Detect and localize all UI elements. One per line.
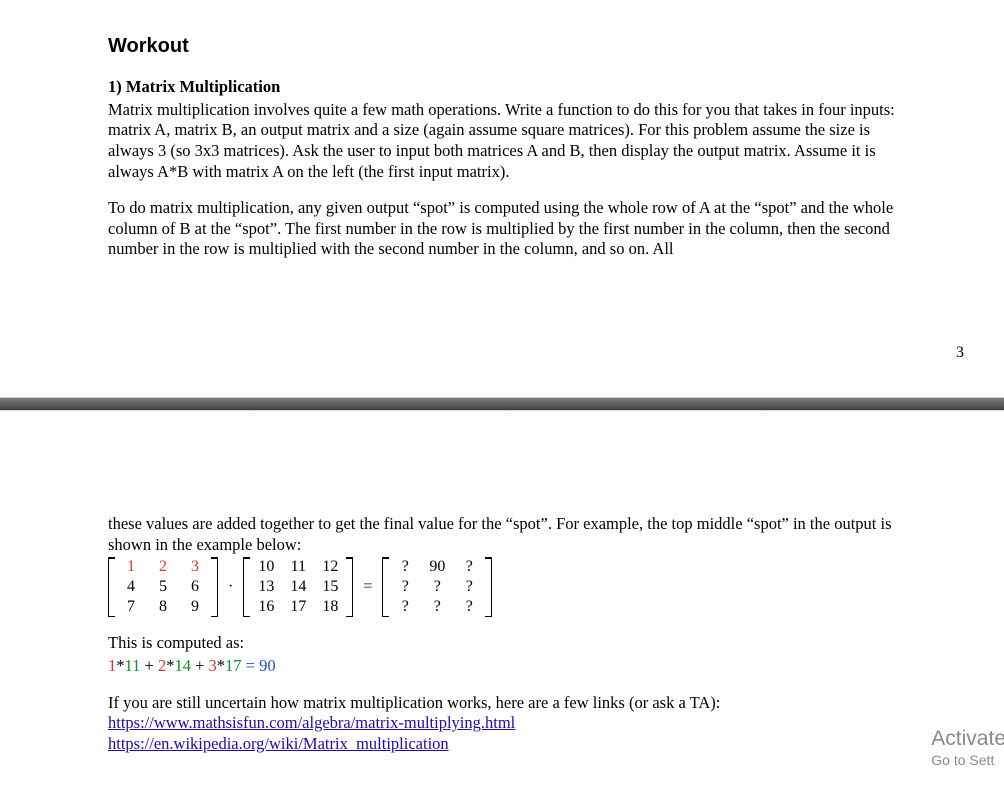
matrix-b-cell: 18: [314, 597, 346, 617]
matrix-c-cell: ?: [453, 557, 485, 577]
matrix-b: 10 11 12 13 14 15 16 17 18: [243, 557, 353, 617]
calc-term: = 90: [242, 656, 276, 675]
equals-operator: =: [361, 577, 374, 597]
calc-term: *: [217, 656, 225, 675]
matrix-a-cell: 3: [179, 557, 211, 577]
matrix-equation: 1 2 3 4 5 6 7 8 9: [108, 557, 908, 617]
matrix-b-cell: 14: [282, 577, 314, 597]
matrix-a-cell: 7: [115, 597, 147, 617]
calc-term: +: [191, 656, 209, 675]
link-mathsisfun[interactable]: https://www.mathsisfun.com/algebra/matri…: [108, 713, 515, 732]
calculation-line: 1*11 + 2*14 + 3*17 = 90: [108, 656, 908, 677]
matrix-b-cell: 12: [314, 557, 346, 577]
calc-term: 17: [225, 656, 242, 675]
matrix-a-cell: 4: [115, 577, 147, 597]
matrix-a-cell: 8: [147, 597, 179, 617]
links-intro: If you are still uncertain how matrix mu…: [108, 693, 908, 714]
matrix-a-cell: 1: [115, 557, 147, 577]
continuation-paragraph: these values are added together to get t…: [108, 514, 908, 555]
matrix-c-cell: ?: [421, 597, 453, 617]
calc-term: +: [140, 656, 158, 675]
matrix-b-cell: 11: [282, 557, 314, 577]
page-number: 3: [956, 344, 964, 362]
calc-term: 3: [209, 656, 217, 675]
matrix-c-cell: ?: [389, 577, 421, 597]
matrix-c: ? 90 ? ? ? ? ? ? ?: [382, 557, 492, 617]
matrix-a-cell: 5: [147, 577, 179, 597]
matrix-b-cell: 17: [282, 597, 314, 617]
computed-label: This is computed as:: [108, 633, 908, 654]
activate-windows-watermark: Activate Go to Sett: [931, 727, 1004, 768]
matrix-c-cell: ?: [453, 577, 485, 597]
matrix-a: 1 2 3 4 5 6 7 8 9: [108, 557, 218, 617]
matrix-b-cell: 10: [250, 557, 282, 577]
problem-paragraph-2: To do matrix multiplication, any given o…: [108, 198, 908, 260]
problem-paragraph-1: Matrix multiplication involves quite a f…: [108, 100, 908, 183]
matrix-a-cell: 2: [147, 557, 179, 577]
problem-label: 1) Matrix Multiplication: [108, 77, 908, 98]
workout-title: Workout: [108, 34, 908, 59]
matrix-c-cell: 90: [421, 557, 453, 577]
calc-term: 1: [108, 656, 116, 675]
matrix-b-cell: 16: [250, 597, 282, 617]
watermark-line-2: Go to Sett: [931, 752, 1004, 768]
dot-operator: ·: [226, 577, 235, 597]
matrix-c-cell: ?: [453, 597, 485, 617]
matrix-a-cell: 9: [179, 597, 211, 617]
calc-term: *: [116, 656, 124, 675]
matrix-b-cell: 13: [250, 577, 282, 597]
watermark-line-1: Activate: [931, 727, 1004, 750]
calc-term: 14: [174, 656, 191, 675]
link-wikipedia[interactable]: https://en.wikipedia.org/wiki/Matrix_mul…: [108, 734, 449, 753]
page-divider: [0, 398, 1004, 410]
matrix-c-cell: ?: [421, 577, 453, 597]
matrix-c-cell: ?: [389, 557, 421, 577]
matrix-b-cell: 15: [314, 577, 346, 597]
calc-term: 11: [125, 656, 141, 675]
matrix-c-cell: ?: [389, 597, 421, 617]
matrix-a-cell: 6: [179, 577, 211, 597]
calc-term: 2: [158, 656, 166, 675]
